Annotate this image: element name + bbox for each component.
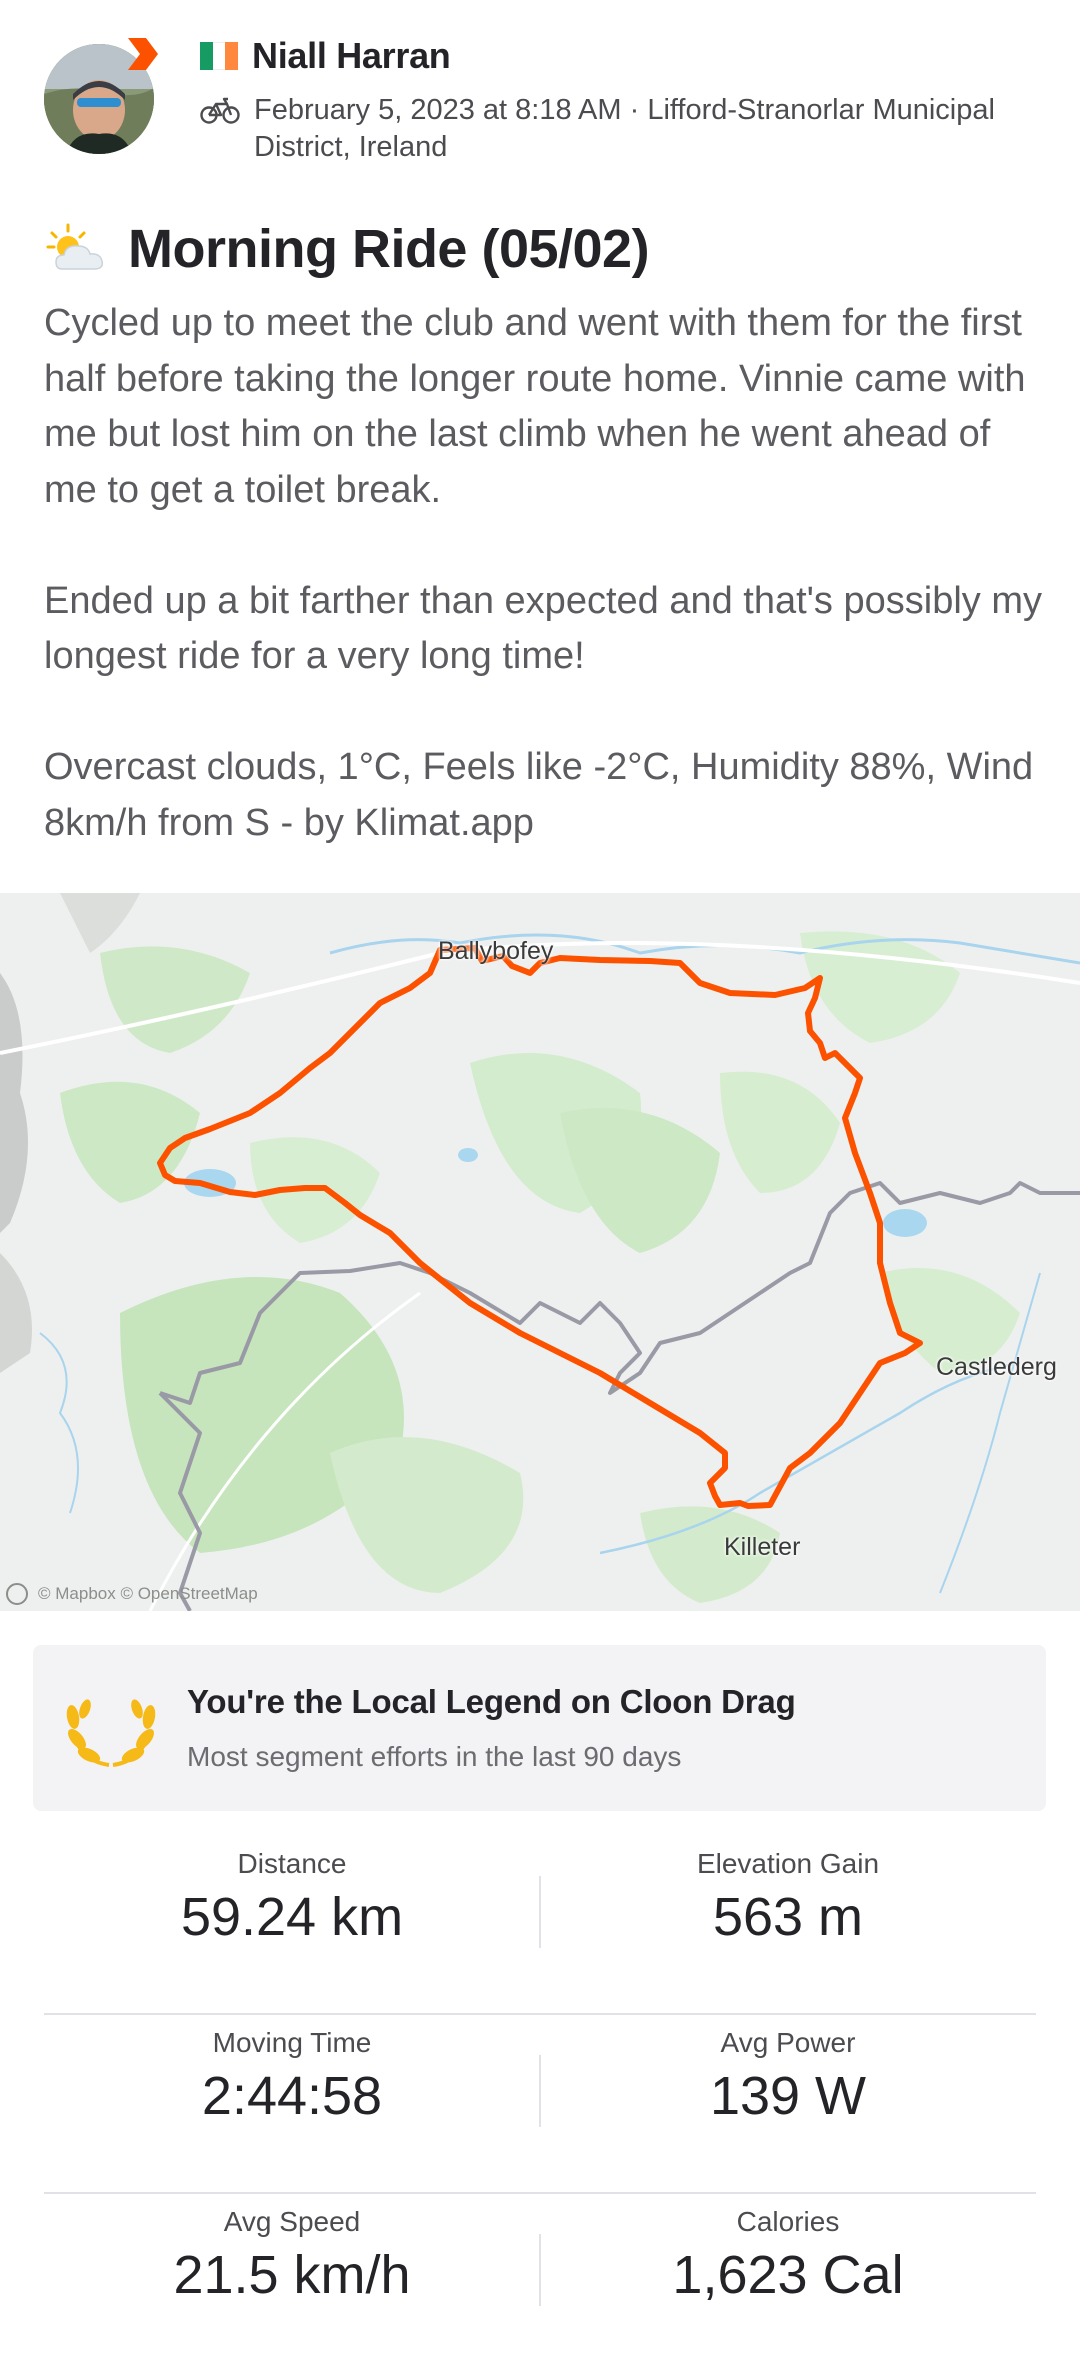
stat-avg-power: Avg Power 139 W — [540, 2015, 1036, 2127]
stat-label: Moving Time — [212, 2027, 372, 2058]
stats-row: Avg Speed 21.5 km/h Calories 1,623 Cal — [44, 2194, 1036, 2371]
stat-avg-speed: Avg Speed 21.5 km/h — [44, 2194, 540, 2306]
stat-value: 139 W — [709, 2066, 867, 2126]
stat-value: 21.5 km/h — [173, 2245, 411, 2305]
strava-subscriber-badge-icon — [128, 38, 158, 70]
ireland-flag-icon — [200, 42, 239, 70]
map-place-label: Killeter — [724, 1533, 801, 1561]
description-paragraph: Cycled up to meet the club and went with… — [44, 302, 1026, 511]
description-paragraph: Overcast clouds, 1°C, Feels like -2°C, H… — [44, 746, 1034, 844]
mapbox-logo-icon — [6, 1583, 28, 1605]
stat-label: Avg Speed — [223, 2206, 361, 2237]
laurel-icon — [66, 1699, 156, 1767]
stat-elevation-gain: Elevation Gain 563 m — [540, 1836, 1036, 1948]
stat-label: Elevation Gain — [696, 1848, 880, 1879]
map-place-label: Ballybofey — [438, 937, 554, 965]
activity-title: Morning Ride (05/02) — [128, 219, 650, 279]
stat-moving-time: Moving Time 2:44:58 — [44, 2015, 540, 2127]
stat-calories: Calories 1,623 Cal — [540, 2194, 1036, 2306]
stat-label: Calories — [736, 2206, 840, 2237]
stat-value: 563 m — [712, 1887, 864, 1947]
activity-header: Niall Harran February 5, 2023 at 8:18 AM… — [0, 0, 1080, 200]
description-paragraph: Ended up a bit farther than expected and… — [44, 579, 1042, 678]
activity-date-location: February 5, 2023 at 8:18 AM · Lifford-St… — [254, 94, 995, 163]
sun-behind-cloud-icon — [46, 223, 104, 270]
local-legend-title: You're the Local Legend on Cloon Drag — [187, 1683, 796, 1720]
activity-description: Cycled up to meet the club and went with… — [44, 296, 1044, 851]
map-attribution[interactable]: © Mapbox © OpenStreetMap — [6, 1583, 258, 1605]
stat-label: Distance — [237, 1848, 347, 1879]
stat-distance: Distance 59.24 km — [44, 1836, 540, 1948]
route-map[interactable]: Ballybofey Castlederg Killeter © Mapbox … — [0, 893, 1080, 1611]
stats-row: Moving Time 2:44:58 Avg Power 139 W — [44, 2015, 1036, 2194]
stat-value: 2:44:58 — [201, 2066, 383, 2126]
stats-row: Distance 59.24 km Elevation Gain 563 m — [44, 1836, 1036, 2015]
bike-icon — [200, 97, 240, 124]
local-legend-card[interactable]: You're the Local Legend on Cloon Drag Mo… — [33, 1645, 1046, 1811]
local-legend-subtitle: Most segment efforts in the last 90 days — [187, 1741, 682, 1772]
stat-value: 1,623 Cal — [672, 2245, 904, 2305]
activity-stats: Distance 59.24 km Elevation Gain 563 m M… — [44, 1836, 1036, 2371]
map-place-label: Castlederg — [936, 1353, 1057, 1381]
stat-value: 59.24 km — [180, 1887, 404, 1947]
stat-label: Avg Power — [720, 2027, 856, 2058]
athlete-name[interactable]: Niall Harran — [252, 35, 451, 77]
